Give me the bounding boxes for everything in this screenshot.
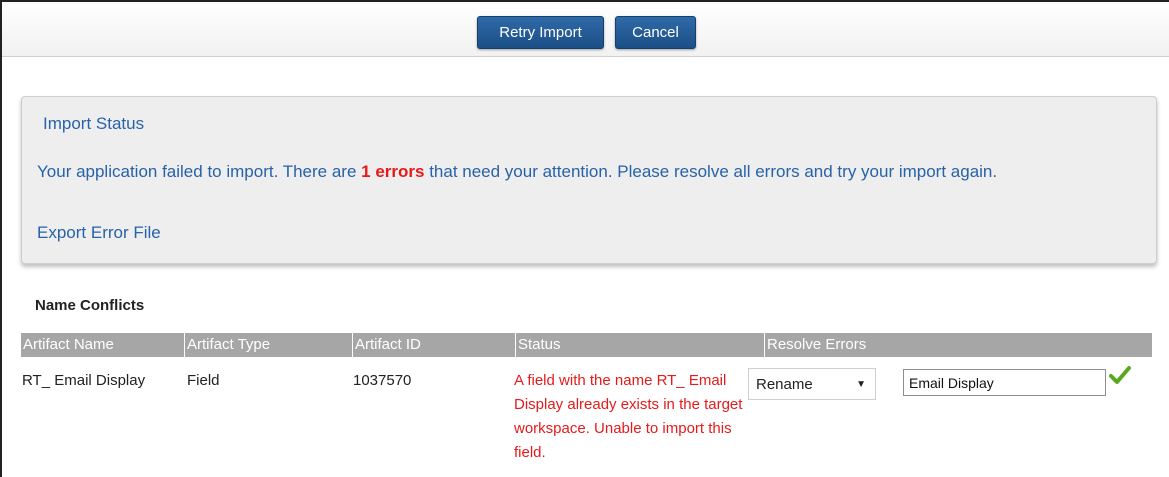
column-header-resolve-errors[interactable]: Resolve Errors (765, 333, 1152, 357)
status-message-after: that need your attention. Please resolve… (424, 162, 998, 181)
cell-artifact-type: Field (187, 372, 220, 389)
rename-input[interactable] (903, 369, 1106, 396)
status-message-before: Your application failed to import. There… (37, 162, 362, 181)
import-status-message: Your application failed to import. There… (37, 159, 1147, 185)
cell-status-error: A field with the name RT_ Email Display … (514, 372, 743, 461)
retry-import-button[interactable]: Retry Import (477, 16, 604, 49)
column-header-artifact-type[interactable]: Artifact Type (185, 333, 353, 357)
import-status-title: Import Status (43, 114, 145, 133)
cell-artifact-name: RT_ Email Display (22, 372, 146, 389)
column-header-status[interactable]: Status (516, 333, 765, 357)
caret-down-icon: ▼ (856, 378, 866, 390)
resolve-action-select[interactable]: Rename ▼ (748, 368, 876, 400)
import-status-panel: Import Status Your application failed to… (21, 96, 1157, 264)
error-count: 1 errors (361, 162, 425, 181)
resolve-action-value: Rename (756, 375, 813, 393)
export-error-file-link[interactable]: Export Error File (37, 223, 161, 243)
checkmark-icon[interactable] (1109, 365, 1131, 385)
cancel-button[interactable]: Cancel (615, 16, 696, 49)
cell-artifact-id: 1037570 (353, 372, 412, 389)
table-header: Artifact Name Artifact Type Artifact ID … (21, 333, 1152, 357)
column-header-artifact-name[interactable]: Artifact Name (21, 333, 185, 357)
column-header-artifact-id[interactable]: Artifact ID (353, 333, 516, 357)
top-toolbar: Retry Import Cancel (2, 0, 1169, 57)
name-conflicts-title: Name Conflicts (35, 297, 145, 314)
